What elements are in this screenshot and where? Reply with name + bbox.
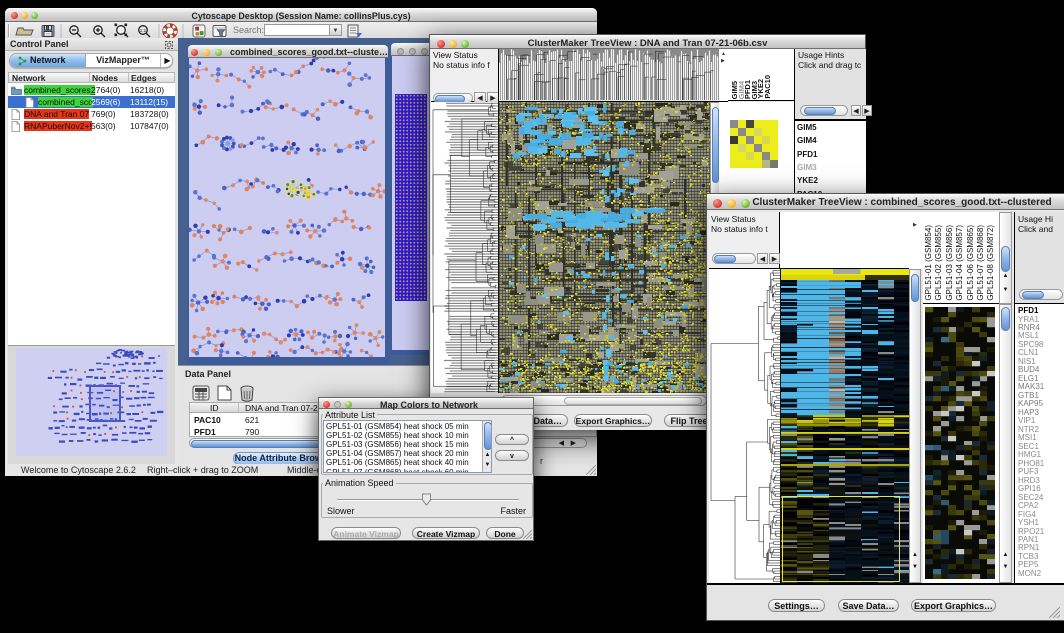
svg-text:1:1: 1:1: [140, 28, 147, 33]
